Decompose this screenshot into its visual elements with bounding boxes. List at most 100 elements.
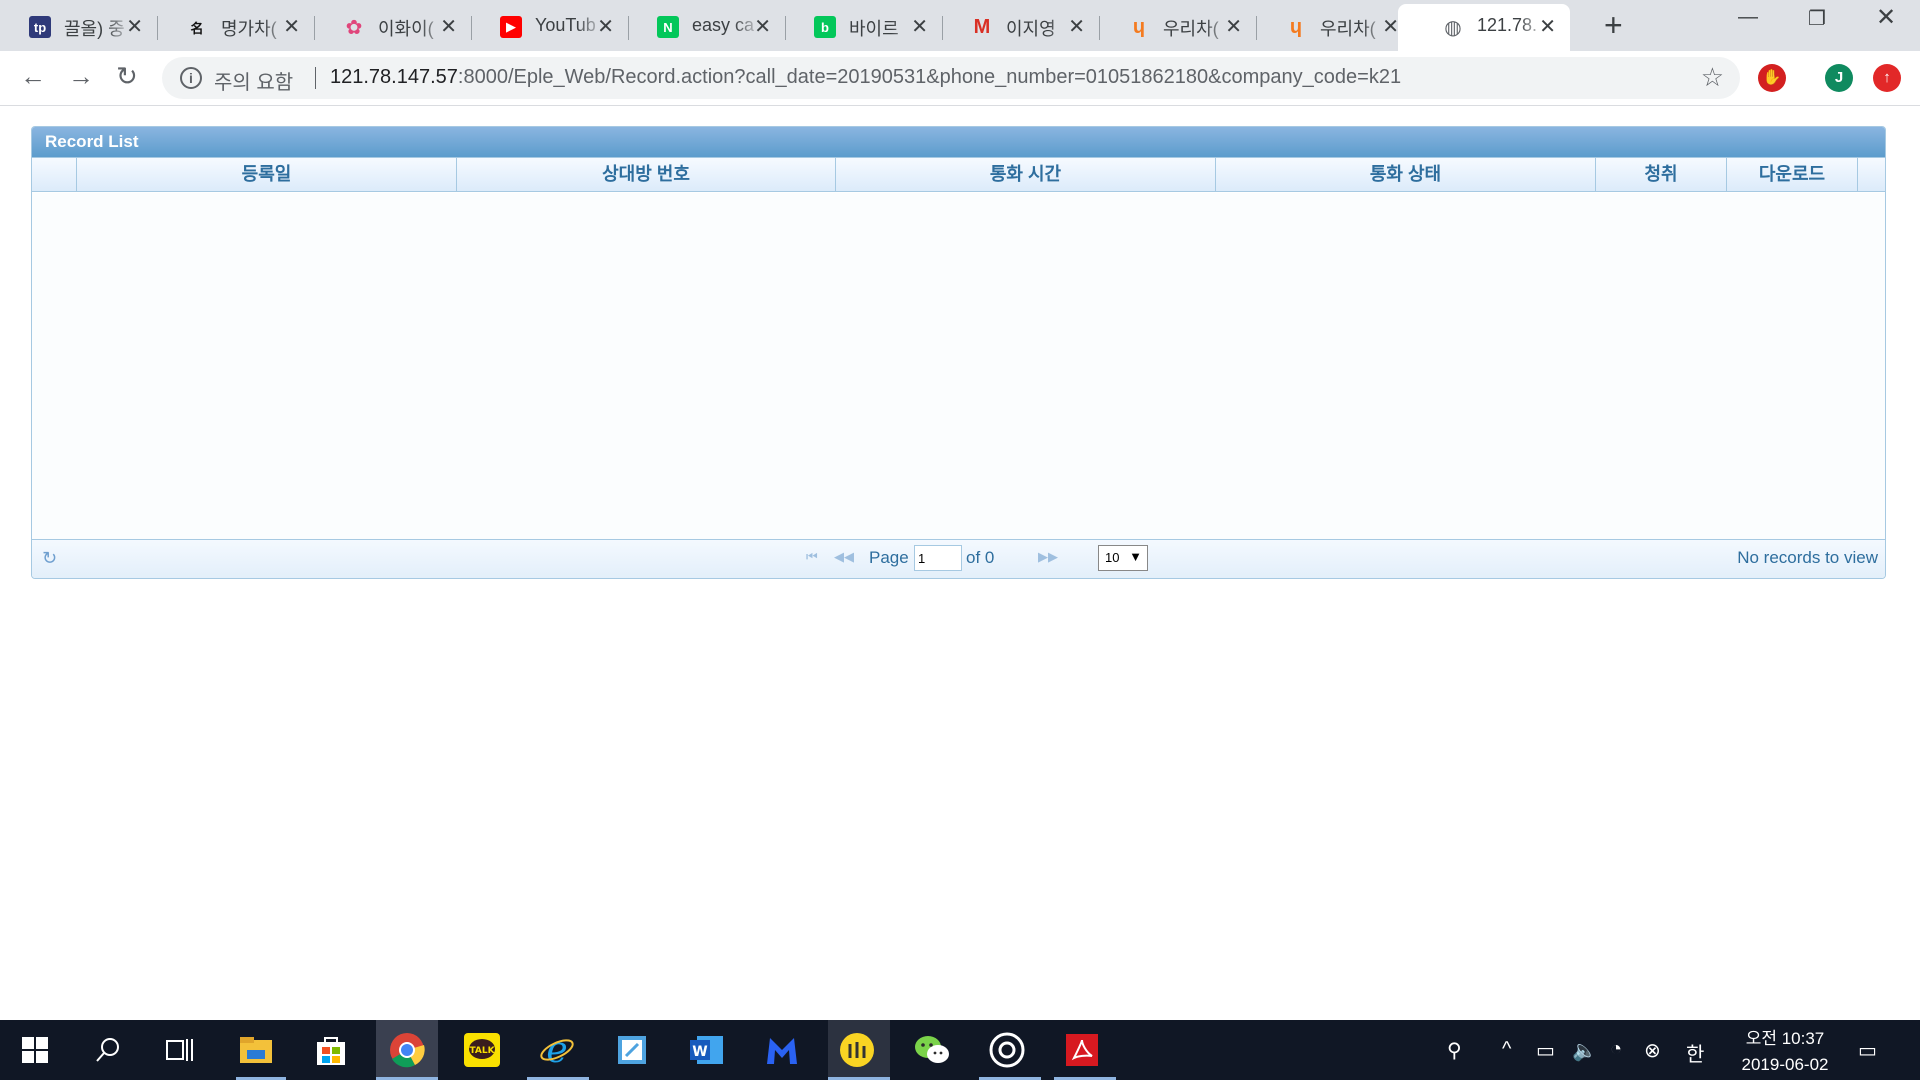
browser-tab[interactable]: ✿ 이화이(✕ bbox=[314, 4, 472, 51]
header-registration-date[interactable]: 등록일 bbox=[77, 158, 457, 191]
browser-tab[interactable]: tp 끌올) 중 ✕ bbox=[0, 4, 158, 51]
record-list-grid: Record List 등록일 상대방 번호 통화 시간 통화 상태 청취 다운… bbox=[31, 126, 1886, 579]
search-icon[interactable] bbox=[88, 1030, 128, 1070]
malwarebytes-icon[interactable] bbox=[762, 1030, 802, 1070]
media-player-icon[interactable] bbox=[987, 1030, 1027, 1070]
microsoft-store-icon[interactable] bbox=[311, 1030, 351, 1070]
page-total-label: of 0 bbox=[966, 548, 995, 567]
microsoft-word-icon[interactable]: W bbox=[687, 1030, 727, 1070]
reload-button[interactable]: ↻ bbox=[116, 61, 138, 92]
svg-text:e: e bbox=[546, 1032, 567, 1068]
tab-title: 우리차( bbox=[1163, 19, 1219, 39]
forward-button[interactable]: → bbox=[68, 61, 94, 92]
clock-date: 2019-06-02 bbox=[1741, 1055, 1829, 1074]
network-error-icon[interactable]: ⊗ bbox=[1644, 1038, 1661, 1063]
tab-title: 명가차( bbox=[221, 19, 277, 39]
notepad-icon[interactable] bbox=[612, 1030, 652, 1070]
tab-close-icon[interactable]: ✕ bbox=[1539, 14, 1556, 39]
tray-expand-icon[interactable]: ^ bbox=[1502, 1038, 1511, 1061]
clock-time: 오전 10:37 bbox=[1745, 1029, 1825, 1048]
browser-tab[interactable]: ɥ 우리차( ✕ bbox=[1099, 4, 1257, 51]
tab-close-icon[interactable]: ✕ bbox=[597, 14, 614, 39]
svg-text:TALK: TALK bbox=[469, 1046, 495, 1056]
tab-close-icon[interactable]: ✕ bbox=[754, 14, 771, 39]
acrobat-reader-icon[interactable] bbox=[1062, 1030, 1102, 1070]
profile-avatar[interactable]: J bbox=[1825, 64, 1853, 92]
browser-tab[interactable]: M 이지영 ✕ bbox=[942, 4, 1100, 51]
dropdown-arrow-icon: ▼ bbox=[1129, 549, 1142, 564]
tab-close-icon[interactable]: ✕ bbox=[440, 14, 457, 39]
refresh-icon[interactable]: ↻ bbox=[42, 548, 57, 569]
browser-tab[interactable]: b 바이르 ✕ bbox=[785, 4, 943, 51]
woori-logo-icon: ɥ bbox=[1132, 15, 1146, 38]
url-path: :8000/Eple_Web/Record.action?call_date=2… bbox=[457, 66, 1402, 88]
task-view-icon[interactable] bbox=[160, 1030, 200, 1070]
system-clock[interactable]: 오전 10:37 2019-06-02 bbox=[1735, 1026, 1835, 1078]
tab-title: YouTub bbox=[535, 15, 596, 35]
ewha-flower-icon: ✿ bbox=[345, 16, 363, 39]
tab-close-icon[interactable]: ✕ bbox=[1225, 14, 1242, 39]
first-page-icon[interactable]: ⏮ bbox=[806, 549, 818, 565]
naver-blog-icon: b bbox=[814, 16, 836, 38]
file-explorer-icon[interactable] bbox=[236, 1030, 276, 1070]
woori-logo-icon: ɥ bbox=[1289, 15, 1303, 38]
header-listen[interactable]: 청취 bbox=[1596, 158, 1727, 191]
header-call-duration[interactable]: 통화 시간 bbox=[836, 158, 1216, 191]
next-page-icon[interactable]: ▶▶ bbox=[1038, 549, 1058, 565]
chrome-icon[interactable] bbox=[387, 1030, 427, 1070]
battery-icon[interactable]: ▭ bbox=[1536, 1038, 1555, 1063]
tab-close-icon[interactable]: ✕ bbox=[126, 14, 143, 39]
tab-title: 이지영 bbox=[1006, 19, 1056, 39]
address-divider bbox=[315, 67, 316, 89]
youtube-icon: ▶ bbox=[500, 16, 522, 38]
volume-icon[interactable]: 🔈 bbox=[1572, 1038, 1597, 1063]
update-icon[interactable]: ↑ bbox=[1873, 64, 1901, 92]
header-download[interactable]: 다운로드 bbox=[1727, 158, 1858, 191]
tab-title: 121.78. bbox=[1477, 15, 1538, 35]
browser-tab[interactable]: ▶ YouTub ✕ bbox=[471, 4, 629, 51]
info-icon[interactable]: i bbox=[180, 67, 202, 89]
prev-page-icon[interactable]: ◀◀ bbox=[834, 549, 854, 565]
gmail-icon: M bbox=[973, 15, 991, 38]
kakaotalk-icon[interactable]: TALK bbox=[462, 1030, 502, 1070]
header-call-status[interactable]: 통화 상태 bbox=[1216, 158, 1596, 191]
page-number-input[interactable] bbox=[914, 545, 962, 571]
tab-close-icon[interactable]: ✕ bbox=[283, 14, 300, 39]
url-text[interactable]: 121.78.147.57:8000/Eple_Web/Record.actio… bbox=[330, 66, 1401, 89]
tab-title: 우리차( bbox=[1320, 19, 1376, 39]
bookmark-star-icon[interactable]: ☆ bbox=[1701, 62, 1724, 93]
tab-title: easy ca bbox=[692, 15, 755, 35]
security-warning-label[interactable]: 주의 요함 bbox=[214, 66, 293, 95]
browser-tab[interactable]: 名 명가차( ✕ bbox=[157, 4, 315, 51]
svg-text:W: W bbox=[692, 1044, 707, 1060]
notifications-icon[interactable]: ▭ bbox=[1858, 1038, 1877, 1063]
header-rownum bbox=[32, 158, 77, 191]
browser-tab[interactable]: Neasy ca ✕ bbox=[628, 4, 786, 51]
naver-icon: N bbox=[657, 16, 679, 38]
back-button[interactable]: ← bbox=[20, 61, 46, 92]
network-icon[interactable]: ◔ bbox=[1610, 1038, 1622, 1061]
tab-close-icon[interactable]: ✕ bbox=[1068, 14, 1085, 39]
new-tab-button[interactable]: + bbox=[1604, 7, 1623, 44]
tab-close-icon[interactable]: ✕ bbox=[911, 14, 928, 39]
people-icon[interactable]: ⚲ bbox=[1447, 1038, 1462, 1063]
grid-body bbox=[32, 193, 1885, 539]
ime-indicator[interactable]: 한 bbox=[1686, 1038, 1704, 1067]
tab-close-icon[interactable]: ✕ bbox=[1382, 14, 1399, 39]
browser-tab[interactable]: ɥ 우리차( ✕ bbox=[1256, 4, 1413, 51]
close-window-button[interactable]: ✕ bbox=[1876, 3, 1896, 32]
minimize-button[interactable]: — bbox=[1738, 6, 1758, 29]
windows-start-icon[interactable] bbox=[15, 1030, 55, 1070]
windows-taskbar: TALK e W ⚲ ^ ▭ 🔈 ◔ ⊗ 한 오전 10:37 2019-06-… bbox=[0, 1020, 1920, 1080]
internet-explorer-icon[interactable]: e bbox=[537, 1030, 577, 1070]
header-counterpart-number[interactable]: 상대방 번호 bbox=[457, 158, 836, 191]
myungga-logo-icon: 名 bbox=[190, 20, 204, 36]
restore-button[interactable]: ❐ bbox=[1808, 6, 1826, 31]
browser-tab[interactable]: ◍ 121.78. ✕ bbox=[1398, 4, 1570, 51]
rows-per-page-select[interactable]: 10 ▼ bbox=[1098, 545, 1148, 571]
adblock-extension-icon[interactable]: ✋ bbox=[1758, 64, 1786, 92]
yellow-app-icon[interactable] bbox=[837, 1030, 877, 1070]
wechat-icon[interactable] bbox=[912, 1030, 952, 1070]
address-bar[interactable]: i 주의 요함 121.78.147.57:8000/Eple_Web/Reco… bbox=[162, 57, 1740, 99]
rows-per-page-value: 10 bbox=[1105, 550, 1120, 565]
